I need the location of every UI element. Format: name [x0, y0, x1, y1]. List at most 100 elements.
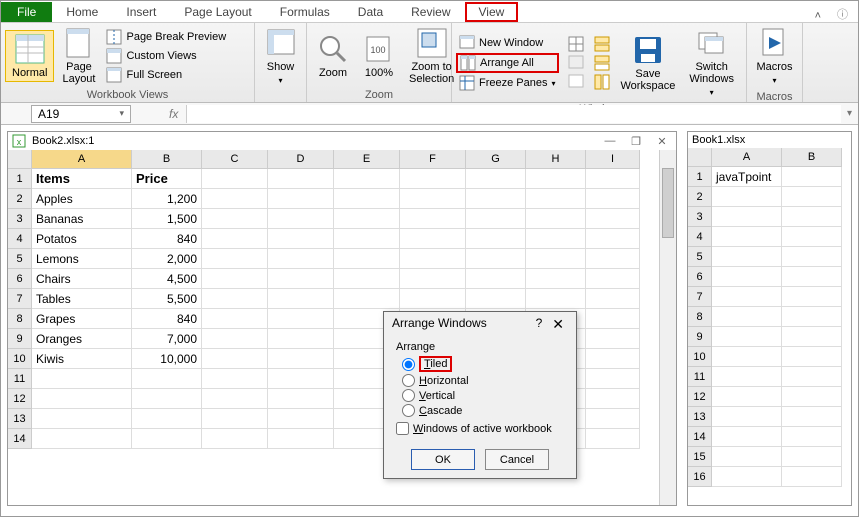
- column-header[interactable]: A: [32, 150, 132, 169]
- cell[interactable]: [334, 269, 400, 289]
- cell[interactable]: [526, 249, 586, 269]
- cell[interactable]: [202, 369, 268, 389]
- cell[interactable]: [782, 447, 842, 467]
- name-box-dropdown-icon[interactable]: ▾: [119, 108, 124, 119]
- sync-scroll-button[interactable]: [591, 54, 613, 72]
- show-button[interactable]: Show ▾: [259, 25, 303, 89]
- cell[interactable]: [526, 269, 586, 289]
- cell[interactable]: [782, 207, 842, 227]
- column-header[interactable]: D: [268, 150, 334, 169]
- cell[interactable]: [32, 409, 132, 429]
- column-header[interactable]: G: [466, 150, 526, 169]
- row-header[interactable]: 4: [688, 227, 712, 247]
- row-header[interactable]: 8: [688, 307, 712, 327]
- cell[interactable]: [782, 327, 842, 347]
- cell[interactable]: [202, 389, 268, 409]
- cell[interactable]: [400, 189, 466, 209]
- column-header[interactable]: E: [334, 150, 400, 169]
- cell[interactable]: [334, 189, 400, 209]
- checkbox-active-workbook-input[interactable]: [396, 422, 409, 435]
- cell[interactable]: [586, 349, 640, 369]
- cell[interactable]: Potatos: [32, 229, 132, 249]
- cell[interactable]: 5,500: [132, 289, 202, 309]
- cell[interactable]: [400, 289, 466, 309]
- row-header[interactable]: 6: [8, 269, 32, 289]
- cell[interactable]: [586, 389, 640, 409]
- side-by-side-button[interactable]: [591, 35, 613, 53]
- cell[interactable]: [268, 369, 334, 389]
- window-restore-button[interactable]: ❐: [626, 135, 646, 148]
- cell[interactable]: [586, 409, 640, 429]
- cell[interactable]: 840: [132, 229, 202, 249]
- reset-pos-button[interactable]: [591, 73, 613, 91]
- page-layout-view-button[interactable]: Page Layout: [56, 25, 101, 87]
- row-header[interactable]: 1: [8, 169, 32, 189]
- column-header[interactable]: I: [586, 150, 640, 169]
- cell[interactable]: [712, 207, 782, 227]
- cell[interactable]: [268, 409, 334, 429]
- cell[interactable]: [586, 329, 640, 349]
- cell[interactable]: [202, 169, 268, 189]
- row-header[interactable]: 10: [688, 347, 712, 367]
- cell[interactable]: [782, 387, 842, 407]
- radio-horizontal[interactable]: Horizontal: [396, 373, 564, 388]
- tab-data[interactable]: Data: [344, 2, 397, 22]
- radio-cascade[interactable]: Cascade: [396, 403, 564, 418]
- cell[interactable]: [782, 307, 842, 327]
- cell[interactable]: [712, 367, 782, 387]
- row-header[interactable]: 11: [688, 367, 712, 387]
- cell[interactable]: [586, 369, 640, 389]
- cell[interactable]: [132, 429, 202, 449]
- cell[interactable]: [712, 447, 782, 467]
- cell[interactable]: [32, 429, 132, 449]
- window-minimize-button[interactable]: —: [600, 135, 620, 147]
- radio-vertical[interactable]: Vertical: [396, 388, 564, 403]
- tab-home[interactable]: Home: [52, 2, 112, 22]
- row-header[interactable]: 11: [8, 369, 32, 389]
- row-header[interactable]: 16: [688, 467, 712, 487]
- ok-button[interactable]: OK: [411, 449, 475, 470]
- cell[interactable]: [782, 407, 842, 427]
- hide-button[interactable]: [565, 54, 587, 72]
- cell[interactable]: [466, 169, 526, 189]
- tab-insert[interactable]: Insert: [112, 2, 170, 22]
- cell[interactable]: [132, 409, 202, 429]
- cell[interactable]: [782, 427, 842, 447]
- full-screen-button[interactable]: Full Screen: [103, 66, 229, 84]
- cell[interactable]: Tables: [32, 289, 132, 309]
- cell[interactable]: [202, 189, 268, 209]
- row-header[interactable]: 8: [8, 309, 32, 329]
- cell[interactable]: [782, 187, 842, 207]
- cell[interactable]: [782, 227, 842, 247]
- cell[interactable]: [586, 189, 640, 209]
- cell[interactable]: Oranges: [32, 329, 132, 349]
- cell[interactable]: [782, 367, 842, 387]
- cell[interactable]: [400, 229, 466, 249]
- zoom-button[interactable]: Zoom: [311, 31, 355, 81]
- cell[interactable]: [466, 249, 526, 269]
- row-header[interactable]: 5: [8, 249, 32, 269]
- row-header[interactable]: 13: [688, 407, 712, 427]
- cell[interactable]: [586, 429, 640, 449]
- cell[interactable]: 7,000: [132, 329, 202, 349]
- cell[interactable]: [202, 329, 268, 349]
- cell[interactable]: [526, 209, 586, 229]
- unhide-button[interactable]: [565, 73, 587, 91]
- cell[interactable]: 4,500: [132, 269, 202, 289]
- cell[interactable]: 1,500: [132, 209, 202, 229]
- column-header[interactable]: B: [132, 150, 202, 169]
- cell[interactable]: [202, 229, 268, 249]
- cell[interactable]: [132, 369, 202, 389]
- cell[interactable]: [202, 209, 268, 229]
- row-header[interactable]: 2: [688, 187, 712, 207]
- custom-views-button[interactable]: Custom Views: [103, 47, 229, 65]
- ribbon-minimize-icon[interactable]: ˄: [809, 10, 827, 22]
- cell[interactable]: [268, 269, 334, 289]
- cell[interactable]: [466, 229, 526, 249]
- radio-vertical-input[interactable]: [402, 389, 415, 402]
- row-header[interactable]: 14: [688, 427, 712, 447]
- row-header[interactable]: 9: [8, 329, 32, 349]
- cell[interactable]: [586, 269, 640, 289]
- tab-view[interactable]: View: [465, 2, 519, 22]
- cell[interactable]: [782, 247, 842, 267]
